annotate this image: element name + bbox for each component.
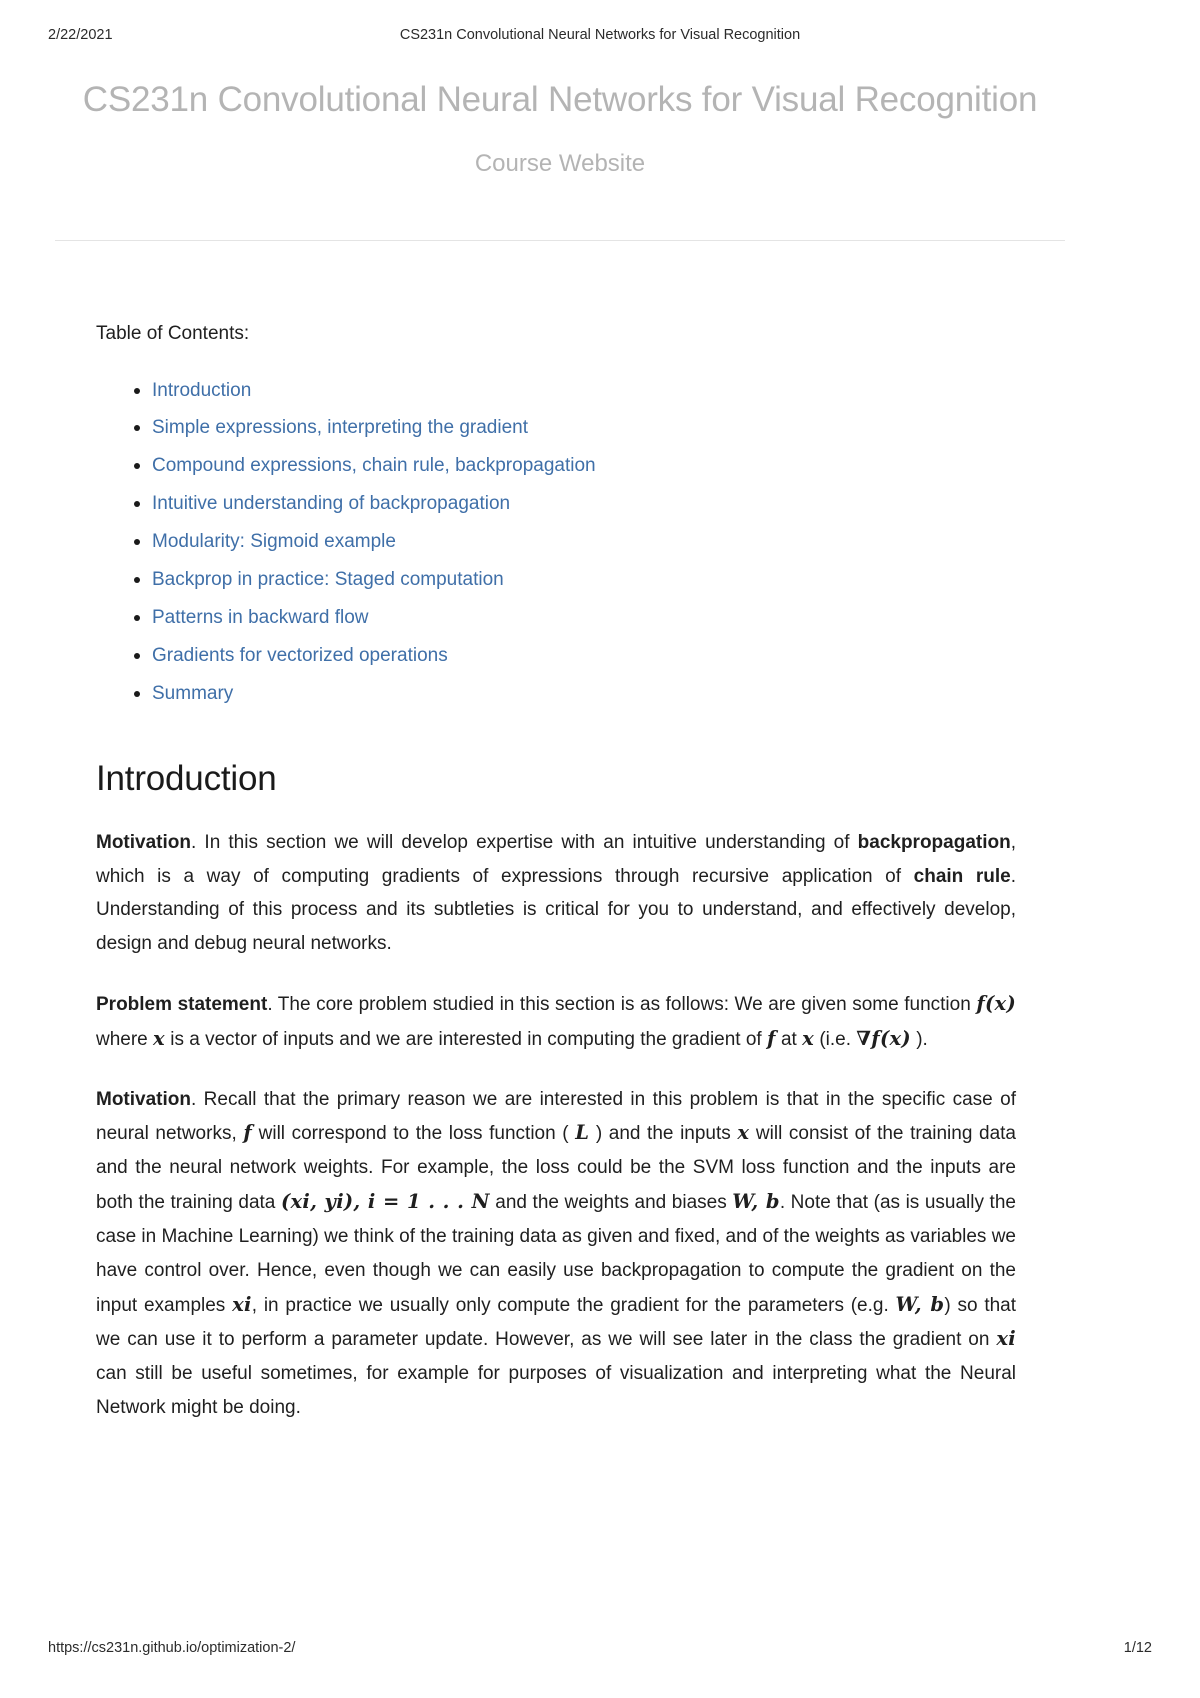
math-loss-L: L bbox=[575, 1121, 590, 1145]
math-grad-f-of-x: ∇f(x) bbox=[856, 1026, 911, 1050]
list-item[interactable]: Compound expressions, chain rule, backpr… bbox=[96, 454, 1016, 478]
toc-link-gradients-vectorized[interactable]: Gradients for vectorized operations bbox=[152, 645, 448, 666]
text-run: ) and the inputs bbox=[589, 1123, 738, 1145]
list-item[interactable]: Summary bbox=[96, 682, 1016, 706]
print-header-title: CS231n Convolutional Neural Networks for… bbox=[399, 27, 801, 43]
math-training-data-pairs: (xi, yi), i = 1 . . . N bbox=[280, 1190, 490, 1214]
bold-chain-rule: chain rule bbox=[913, 865, 1011, 887]
list-item[interactable]: Simple expressions, interpreting the gra… bbox=[96, 416, 1016, 440]
site-masthead: CS231n Convolutional Neural Networks for… bbox=[55, 78, 1065, 178]
toc-link-modularity-sigmoid[interactable]: Modularity: Sigmoid example bbox=[152, 531, 396, 552]
masthead-divider bbox=[55, 240, 1065, 241]
math-f-3: f bbox=[243, 1121, 253, 1145]
table-of-contents-list: Introduction Simple expressions, interpr… bbox=[96, 379, 1016, 706]
bold-lead-motivation-2: Motivation bbox=[96, 1088, 191, 1110]
paragraph-problem-statement: Problem statement. The core problem stud… bbox=[96, 987, 1016, 1057]
math-weights-biases: W, b bbox=[732, 1190, 780, 1214]
list-item[interactable]: Patterns in backward flow bbox=[96, 606, 1016, 630]
table-of-contents-label: Table of Contents: bbox=[96, 323, 250, 344]
text-run: . In this section we will develop expert… bbox=[191, 831, 858, 853]
toc-link-backprop-in-practice[interactable]: Backprop in practice: Staged computation bbox=[152, 569, 504, 590]
math-x: x bbox=[153, 1026, 165, 1050]
math-x-3: x bbox=[737, 1121, 750, 1145]
text-run: , in practice we usually only compute th… bbox=[251, 1294, 896, 1316]
print-footer-url: https://cs231n.github.io/optimization-2/ bbox=[48, 1640, 296, 1656]
print-footer-page-number: 1/12 bbox=[1123, 1640, 1152, 1656]
math-weights-biases-2: W, b bbox=[895, 1292, 945, 1316]
text-run: will correspond to the loss function ( bbox=[252, 1123, 576, 1145]
toc-link-simple-expressions[interactable]: Simple expressions, interpreting the gra… bbox=[152, 417, 528, 438]
text-run: (i.e. bbox=[814, 1028, 857, 1050]
bold-lead-problem-statement: Problem statement bbox=[96, 994, 268, 1015]
toc-link-compound-expressions[interactable]: Compound expressions, chain rule, backpr… bbox=[152, 455, 596, 476]
list-item[interactable]: Introduction bbox=[96, 379, 1016, 403]
paragraph-motivation-2: Motivation. Recall that the primary reas… bbox=[96, 1083, 1016, 1425]
site-subtitle: Course Website bbox=[474, 149, 646, 177]
math-x-sub-i: xi bbox=[232, 1292, 252, 1316]
text-run: is a vector of inputs and we are interes… bbox=[164, 1028, 767, 1050]
text-run: . The core problem studied in this secti… bbox=[267, 994, 977, 1015]
math-x-2: x bbox=[802, 1026, 815, 1050]
list-item[interactable]: Intuitive understanding of backpropagati… bbox=[96, 492, 1016, 516]
math-f: f bbox=[767, 1026, 776, 1050]
bold-lead-motivation: Motivation bbox=[96, 831, 191, 853]
page-title: Introduction bbox=[96, 758, 277, 798]
text-run: ). bbox=[910, 1028, 928, 1050]
toc-link-summary[interactable]: Summary bbox=[152, 683, 233, 704]
list-item[interactable]: Gradients for vectorized operations bbox=[96, 644, 1016, 668]
site-title: CS231n Convolutional Neural Networks for… bbox=[82, 80, 1038, 119]
text-run: at bbox=[775, 1028, 803, 1050]
text-run: and the weights and biases bbox=[489, 1192, 733, 1214]
text-run: where bbox=[96, 1028, 154, 1050]
print-footer: https://cs231n.github.io/optimization-2/… bbox=[0, 1640, 1200, 1660]
text-run: can still be useful sometimes, for examp… bbox=[96, 1363, 1016, 1418]
toc-link-patterns-backward-flow[interactable]: Patterns in backward flow bbox=[152, 607, 369, 628]
toc-link-introduction[interactable]: Introduction bbox=[152, 380, 251, 401]
print-header: 2/22/2021 CS231n Convolutional Neural Ne… bbox=[0, 25, 1200, 45]
list-item[interactable]: Backprop in practice: Staged computation bbox=[96, 568, 1016, 592]
math-x-sub-i-2: xi bbox=[996, 1327, 1016, 1351]
article-content: Table of Contents: Introduction Simple e… bbox=[96, 320, 1016, 1451]
paragraph-motivation-1: Motivation. In this section we will deve… bbox=[96, 826, 1016, 961]
bold-backpropagation: backpropagation bbox=[857, 831, 1011, 853]
math-f-of-x: f(x) bbox=[976, 992, 1016, 1015]
list-item[interactable]: Modularity: Sigmoid example bbox=[96, 530, 1016, 554]
toc-link-intuitive-understanding[interactable]: Intuitive understanding of backpropagati… bbox=[152, 493, 510, 514]
